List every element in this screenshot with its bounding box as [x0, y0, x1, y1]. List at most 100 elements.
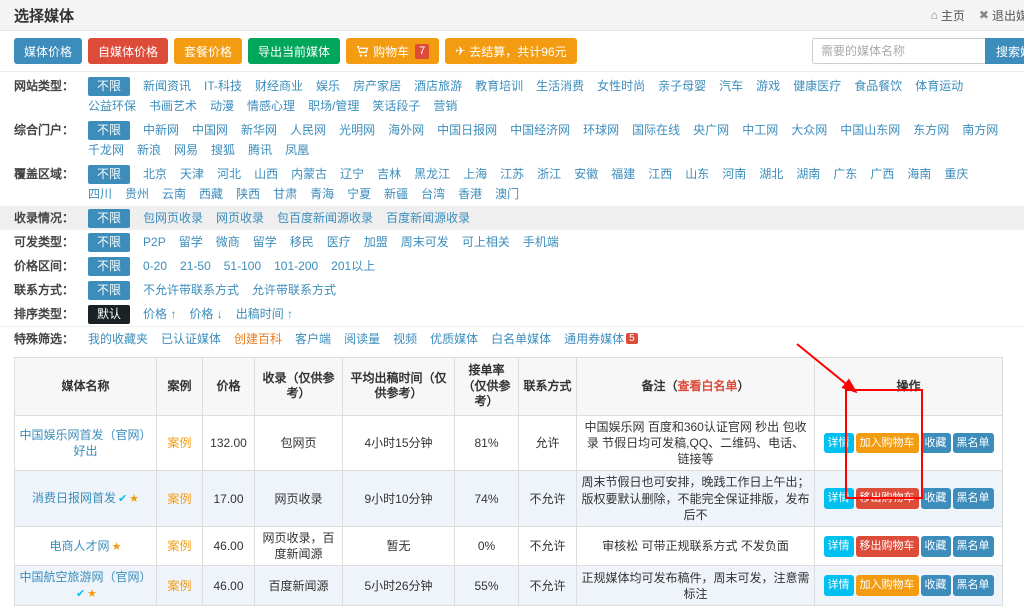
filter-option[interactable]: 千龙网: [88, 140, 124, 160]
favorite-button[interactable]: 收藏: [921, 536, 951, 557]
filter-option[interactable]: IT-科技: [204, 76, 242, 96]
filter-option[interactable]: 体育运动: [915, 76, 963, 96]
filter-option[interactable]: 21-50: [180, 256, 211, 276]
filter-selected-chip[interactable]: 不限: [88, 209, 130, 228]
filter-option[interactable]: 上海: [463, 164, 487, 184]
filter-option[interactable]: 留学: [179, 232, 203, 252]
filter-option[interactable]: 女性时尚: [597, 76, 645, 96]
special-filter-option[interactable]: 我的收藏夹: [88, 329, 148, 349]
filter-option[interactable]: 教育培训: [475, 76, 523, 96]
add-to-cart-button[interactable]: 加入购物车: [856, 575, 919, 596]
filter-option[interactable]: 搜狐: [211, 140, 235, 160]
logout-link[interactable]: ✖ 退出媒体: [979, 7, 1024, 24]
filter-option[interactable]: 食品餐饮: [854, 76, 902, 96]
filter-option[interactable]: 价格 ↓: [189, 304, 222, 324]
filter-option[interactable]: 国际在线: [632, 120, 680, 140]
filter-option[interactable]: 陕西: [236, 184, 260, 204]
detail-button[interactable]: 详情: [824, 433, 854, 454]
filter-option[interactable]: 娱乐: [316, 76, 340, 96]
case-link[interactable]: 案例: [167, 579, 191, 593]
filter-option[interactable]: 不允许带联系方式: [143, 280, 239, 300]
filter-option[interactable]: 湖南: [796, 164, 820, 184]
filter-option[interactable]: 51-100: [224, 256, 261, 276]
search-input[interactable]: [812, 38, 985, 64]
remove-from-cart-button[interactable]: 移出购物车: [856, 536, 919, 557]
checkout-button[interactable]: ✈ 去结算，共计96元: [445, 38, 576, 64]
filter-option[interactable]: 包百度新闻源收录: [277, 208, 373, 228]
filter-option[interactable]: 可上相关: [462, 232, 510, 252]
filter-option[interactable]: 0-20: [143, 256, 167, 276]
filter-option[interactable]: 中国日报网: [437, 120, 497, 140]
special-filter-option[interactable]: 阅读量: [344, 329, 380, 349]
filter-option[interactable]: 吉林: [377, 164, 401, 184]
filter-option[interactable]: 中新网: [143, 120, 179, 140]
filter-option[interactable]: 微商: [216, 232, 240, 252]
special-filter-option[interactable]: 优质媒体: [430, 329, 478, 349]
filter-option[interactable]: 亲子母婴: [658, 76, 706, 96]
filter-option[interactable]: 书画艺术: [149, 96, 197, 116]
filter-option[interactable]: 笑话段子: [372, 96, 420, 116]
blacklist-button[interactable]: 黑名单: [953, 488, 994, 509]
filter-option[interactable]: 海南: [907, 164, 931, 184]
filter-selected-chip[interactable]: 不限: [88, 77, 130, 96]
filter-option[interactable]: 河北: [217, 164, 241, 184]
filter-option[interactable]: 江西: [648, 164, 672, 184]
filter-option[interactable]: 央广网: [693, 120, 729, 140]
media-name-link[interactable]: 中国娱乐网首发（官网）好出: [19, 428, 151, 458]
detail-button[interactable]: 详情: [824, 536, 854, 557]
filter-option[interactable]: 新疆: [384, 184, 408, 204]
filter-option[interactable]: 浙江: [537, 164, 561, 184]
special-filter-option[interactable]: 已认证媒体: [161, 329, 221, 349]
filter-option[interactable]: 广东: [833, 164, 857, 184]
filter-option[interactable]: 重庆: [944, 164, 968, 184]
blacklist-button[interactable]: 黑名单: [953, 433, 994, 454]
filter-option[interactable]: 情感心理: [247, 96, 295, 116]
filter-option[interactable]: 四川: [88, 184, 112, 204]
home-link[interactable]: ⌂ 主页: [931, 7, 965, 24]
view-whitelist-link[interactable]: 查看白名单: [677, 379, 737, 393]
filter-option[interactable]: 营销: [433, 96, 457, 116]
filter-option[interactable]: 天津: [180, 164, 204, 184]
filter-option[interactable]: 加盟: [364, 232, 388, 252]
filter-option[interactable]: 环球网: [583, 120, 619, 140]
filter-option[interactable]: 健康医疗: [793, 76, 841, 96]
filter-option[interactable]: 手机端: [523, 232, 559, 252]
detail-button[interactable]: 详情: [824, 575, 854, 596]
filter-option[interactable]: 广西: [870, 164, 894, 184]
filter-option[interactable]: 山东: [685, 164, 709, 184]
filter-selected-chip[interactable]: 不限: [88, 281, 130, 300]
export-current-media-button[interactable]: 导出当前媒体: [248, 38, 340, 64]
filter-option[interactable]: 留学: [253, 232, 277, 252]
filter-option[interactable]: 医疗: [327, 232, 351, 252]
case-link[interactable]: 案例: [167, 539, 191, 553]
filter-option[interactable]: 江苏: [500, 164, 524, 184]
filter-option[interactable]: 海外网: [388, 120, 424, 140]
special-filter-option[interactable]: 创建百科: [234, 329, 282, 349]
filter-option[interactable]: 网页收录: [216, 208, 264, 228]
filter-selected-chip[interactable]: 默认: [88, 305, 130, 324]
filter-option[interactable]: 职场/管理: [308, 96, 359, 116]
filter-option[interactable]: 公益环保: [88, 96, 136, 116]
filter-option[interactable]: 甘肃: [273, 184, 297, 204]
filter-selected-chip[interactable]: 不限: [88, 165, 130, 184]
filter-option[interactable]: 周末可发: [401, 232, 449, 252]
filter-option[interactable]: 北京: [143, 164, 167, 184]
filter-option[interactable]: 101-200: [274, 256, 318, 276]
filter-option[interactable]: 中国山东网: [840, 120, 900, 140]
add-to-cart-button[interactable]: 加入购物车: [856, 433, 919, 454]
filter-option[interactable]: 百度新闻源收录: [386, 208, 470, 228]
filter-option[interactable]: 出稿时间 ↑: [236, 304, 293, 324]
case-link[interactable]: 案例: [167, 492, 191, 506]
filter-option[interactable]: 中国网: [192, 120, 228, 140]
filter-selected-chip[interactable]: 不限: [88, 233, 130, 252]
filter-option[interactable]: 云南: [162, 184, 186, 204]
filter-option[interactable]: 黑龙江: [414, 164, 450, 184]
filter-option[interactable]: 游戏: [756, 76, 780, 96]
filter-option[interactable]: 光明网: [339, 120, 375, 140]
filter-option[interactable]: 生活消费: [536, 76, 584, 96]
media-price-button[interactable]: 媒体价格: [14, 38, 82, 64]
favorite-button[interactable]: 收藏: [921, 488, 951, 509]
filter-option[interactable]: 河南: [722, 164, 746, 184]
filter-option[interactable]: 东方网: [913, 120, 949, 140]
case-link[interactable]: 案例: [167, 436, 191, 450]
